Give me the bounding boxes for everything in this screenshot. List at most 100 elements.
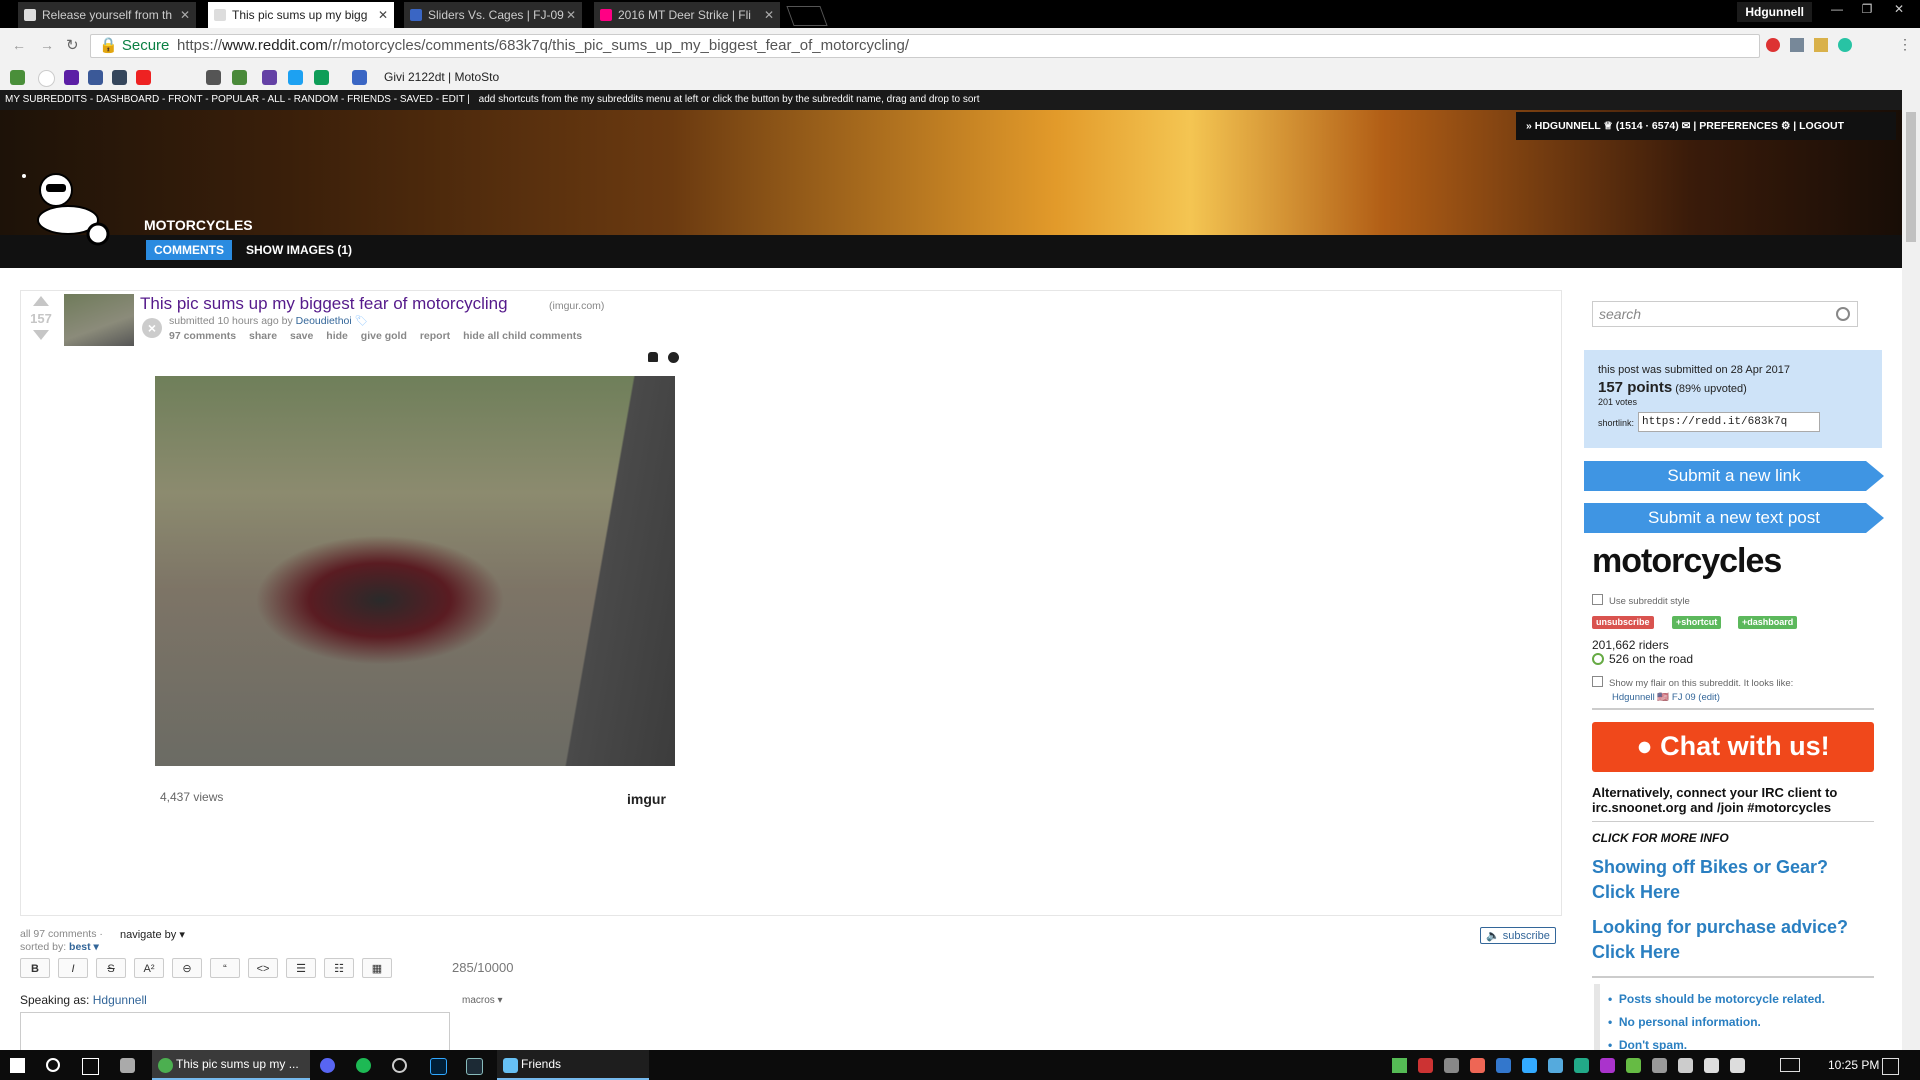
purchase-advice-link[interactable]: Looking for purchase advice? Click Here: [1592, 915, 1874, 965]
twitter-icon[interactable]: [288, 70, 303, 85]
lightroom-icon[interactable]: [466, 1058, 483, 1075]
tray-icon[interactable]: [1600, 1058, 1615, 1073]
minimize-icon[interactable]: —: [1822, 0, 1852, 20]
post-thumbnail[interactable]: [64, 294, 134, 346]
tab-show-images[interactable]: SHOW IMAGES (1): [246, 243, 352, 257]
share-link[interactable]: share: [249, 330, 277, 342]
menu-icon[interactable]: ⋮: [1898, 36, 1912, 53]
tray-icon[interactable]: [1548, 1058, 1563, 1073]
browser-tab[interactable]: Sliders Vs. Cages | FJ-09 ✕: [404, 2, 582, 28]
chat-button[interactable]: ● Chat with us!: [1592, 722, 1874, 772]
hide-child-comments-link[interactable]: hide all child comments: [463, 330, 582, 342]
italic-button[interactable]: I: [58, 958, 88, 978]
downvote-icon[interactable]: [33, 330, 49, 340]
user-account-box[interactable]: » HDGUNNELL ♕ (1514 · 6574) ✉ | PREFEREN…: [1516, 112, 1896, 140]
volume-icon[interactable]: [1730, 1058, 1745, 1073]
extension-icon[interactable]: [1766, 38, 1780, 52]
post-title[interactable]: This pic sums up my biggest fear of moto…: [140, 294, 508, 314]
restore-icon[interactable]: ❐: [1852, 0, 1882, 20]
close-tab-icon[interactable]: ✕: [566, 2, 576, 28]
reload-icon[interactable]: ↻: [66, 36, 79, 54]
post-domain[interactable]: (imgur.com): [549, 300, 604, 312]
taskbar-friends-window[interactable]: Friends: [497, 1050, 649, 1080]
browser-tab[interactable]: Release yourself from th ✕: [18, 2, 196, 28]
sr-links[interactable]: MY SUBREDDITS - DASHBOARD - FRONT - POPU…: [5, 94, 470, 105]
facebook-icon[interactable]: [88, 70, 103, 85]
tray-icon[interactable]: [1652, 1058, 1667, 1073]
search-icon[interactable]: [46, 1058, 60, 1072]
notifications-icon[interactable]: [1882, 1058, 1899, 1075]
twitch-icon[interactable]: [262, 70, 277, 85]
close-tab-icon[interactable]: ✕: [378, 2, 388, 28]
close-tab-icon[interactable]: ✕: [764, 2, 774, 28]
network-icon[interactable]: [1704, 1058, 1719, 1073]
yahoo-icon[interactable]: [64, 70, 79, 85]
give-gold-link[interactable]: give gold: [361, 330, 407, 342]
spotify-icon[interactable]: [356, 1058, 371, 1073]
browser-tab-active[interactable]: This pic sums up my bigg ✕: [208, 2, 394, 28]
numbered-list-button[interactable]: ☷: [324, 958, 354, 978]
new-tab-button[interactable]: [786, 6, 828, 26]
close-tab-icon[interactable]: ✕: [180, 2, 190, 28]
save-link[interactable]: save: [290, 330, 313, 342]
code-button[interactable]: <>: [248, 958, 278, 978]
subreddit-title[interactable]: MOTORCYCLES: [144, 217, 253, 233]
tumblr-icon[interactable]: [112, 70, 127, 85]
hide-link[interactable]: hide: [326, 330, 348, 342]
style-checkbox[interactable]: [1592, 594, 1603, 605]
app-icon[interactable]: [120, 1058, 135, 1073]
app-icon[interactable]: [320, 1058, 335, 1073]
strikethrough-button[interactable]: S: [96, 958, 126, 978]
google-icon[interactable]: [38, 70, 55, 87]
tray-icon[interactable]: [1418, 1058, 1433, 1073]
flair-preview[interactable]: Hdgunnell 🇺🇸 FJ 09 (edit): [1612, 692, 1720, 703]
navigate-by-dropdown[interactable]: navigate by ▾: [120, 928, 185, 941]
task-view-icon[interactable]: [82, 1058, 99, 1075]
tray-icon[interactable]: [1626, 1058, 1641, 1073]
upvote-icon[interactable]: [33, 296, 49, 306]
tray-icon[interactable]: [1496, 1058, 1511, 1073]
photoshop-icon[interactable]: [430, 1058, 447, 1075]
extension-icon[interactable]: [1814, 38, 1828, 52]
search-input[interactable]: search: [1592, 301, 1858, 327]
subscribe-button[interactable]: 🔈 subscribe: [1480, 927, 1556, 944]
superscript-button[interactable]: A²: [134, 958, 164, 978]
submit-text-button[interactable]: Submit a new text post: [1584, 503, 1884, 533]
forward-icon[interactable]: →: [40, 37, 54, 53]
android-icon[interactable]: [648, 352, 658, 362]
bold-button[interactable]: B: [20, 958, 50, 978]
close-window-icon[interactable]: ✕: [1884, 0, 1914, 20]
search-icon[interactable]: [1836, 307, 1850, 321]
clock[interactable]: 10:25 PM: [1828, 1058, 1879, 1072]
back-icon[interactable]: ←: [12, 37, 26, 53]
showing-off-link[interactable]: Showing off Bikes or Gear? Click Here: [1592, 855, 1874, 905]
sort-dropdown[interactable]: best ▾: [69, 941, 99, 953]
browser-tab[interactable]: 2016 MT Deer Strike | Fli ✕: [594, 2, 780, 28]
browser-profile-name[interactable]: Hdgunnell: [1737, 2, 1812, 22]
shortcut-button[interactable]: +shortcut: [1672, 616, 1722, 629]
shortlink-field[interactable]: https://redd.it/683k7q: [1638, 412, 1820, 432]
link-button[interactable]: ⊖: [172, 958, 202, 978]
tray-icon[interactable]: [1444, 1058, 1459, 1073]
extension-icon[interactable]: [1790, 38, 1804, 52]
reddit-icon[interactable]: [206, 70, 221, 85]
sidebar-subreddit-title[interactable]: motorcycles: [1592, 542, 1782, 581]
tray-icon[interactable]: [1392, 1058, 1407, 1073]
windows-start-icon[interactable]: [10, 1058, 25, 1073]
tray-icon[interactable]: [1522, 1058, 1537, 1073]
url-bar[interactable]: 🔒 Secure https://www.reddit.com/r/motorc…: [90, 34, 1760, 58]
dashboard-button[interactable]: +dashboard: [1738, 616, 1798, 629]
speaking-user[interactable]: Hdgunnell: [93, 993, 147, 1007]
macros-dropdown[interactable]: macros ▾: [462, 995, 503, 1006]
app-icon[interactable]: [392, 1058, 407, 1073]
collapse-expando-icon[interactable]: ×: [142, 318, 162, 338]
scrollbar-thumb[interactable]: [1906, 112, 1916, 242]
tray-icon[interactable]: [1470, 1058, 1485, 1073]
tab-comments[interactable]: COMMENTS: [146, 240, 232, 260]
submit-link-button[interactable]: Submit a new link: [1584, 461, 1884, 491]
imgur-logo[interactable]: imgur: [627, 791, 666, 807]
tray-icon[interactable]: [1678, 1058, 1693, 1073]
sheets-icon[interactable]: [314, 70, 329, 85]
bullet-list-button[interactable]: ☰: [286, 958, 316, 978]
flair-checkbox[interactable]: [1592, 676, 1603, 687]
